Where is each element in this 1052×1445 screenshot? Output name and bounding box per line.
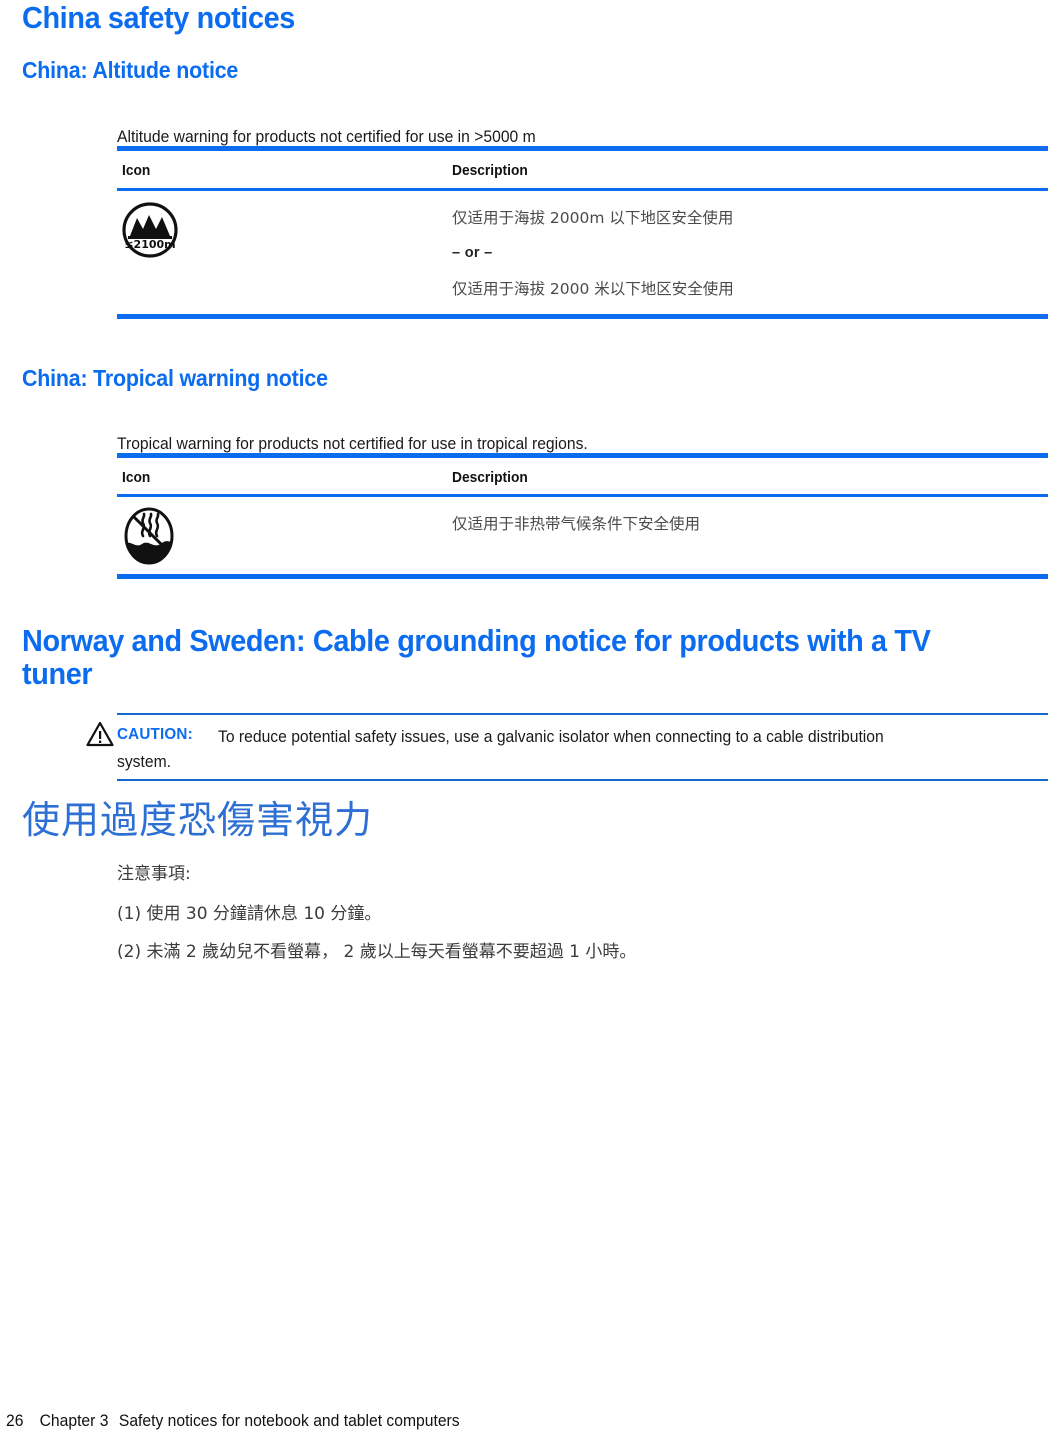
altitude-limit-2100m-icon: ≤2100m — [120, 201, 182, 264]
page-footer: 26 Chapter 3 Safety notices for notebook a… — [6, 1412, 460, 1431]
caution-text-line-2: system. — [117, 753, 172, 771]
eye-strain-intro: 注意事項: — [117, 864, 191, 884]
altitude-intro-text: Altitude warning for products not certif… — [117, 127, 536, 146]
tropical-description: 仅适用于非热带气候条件下安全使用 — [452, 515, 701, 533]
svg-text:≤2100m: ≤2100m — [124, 238, 175, 251]
table-rule-bottom — [117, 574, 1048, 579]
non-tropical-climate-icon — [120, 505, 178, 572]
caution-text-line-1: To reduce potential safety issues, use a… — [218, 728, 884, 746]
table-header-icon: Icon — [122, 470, 151, 486]
altitude-separator: – or – — [452, 245, 493, 261]
footer-chapter: Chapter 3 — [39, 1412, 109, 1430]
table-header-description: Description — [452, 163, 528, 179]
footer-chapter-title: Safety notices for notebook and tablet c… — [118, 1412, 460, 1430]
document-page: China safety notices China: Altitude not… — [0, 0, 1052, 1445]
warning-triangle-icon — [86, 721, 114, 752]
heading-china-tropical-warning-notice: China: Tropical warning notice — [22, 365, 328, 391]
page-title: China safety notices — [22, 0, 295, 35]
footer-page-number: 26 — [6, 1412, 24, 1430]
table-header-description: Description — [452, 470, 528, 486]
table-rule-header — [117, 188, 1048, 191]
heading-china-altitude-notice: China: Altitude notice — [22, 57, 239, 83]
altitude-description-line-2: 仅适用于海拔 2000 米以下地区安全使用 — [452, 280, 734, 298]
table-rule-top — [117, 453, 1048, 458]
eye-strain-item-1: (1) 使用 30 分鐘請休息 10 分鐘。 — [117, 904, 382, 924]
table-rule-top — [117, 146, 1048, 151]
altitude-description-line-1: 仅适用于海拔 2000m 以下地区安全使用 — [452, 209, 734, 227]
caution-rule-top — [117, 713, 1048, 715]
eye-strain-item-2: (2) 未滿 2 歲幼兒不看螢幕， 2 歲以上每天看螢幕不要超過 1 小時。 — [117, 942, 637, 962]
table-header-icon: Icon — [122, 163, 151, 179]
heading-eye-strain-cjk: 使用過度恐傷害視力 — [22, 798, 374, 842]
table-rule-bottom — [117, 314, 1048, 319]
heading-norway-sweden-cable-grounding: Norway and Sweden: Cable grounding notic… — [22, 623, 931, 692]
caution-label: CAUTION: — [117, 726, 193, 743]
tropical-intro-text: Tropical warning for products not certif… — [117, 434, 588, 453]
caution-rule-bottom — [117, 779, 1048, 781]
table-rule-header — [117, 494, 1048, 497]
